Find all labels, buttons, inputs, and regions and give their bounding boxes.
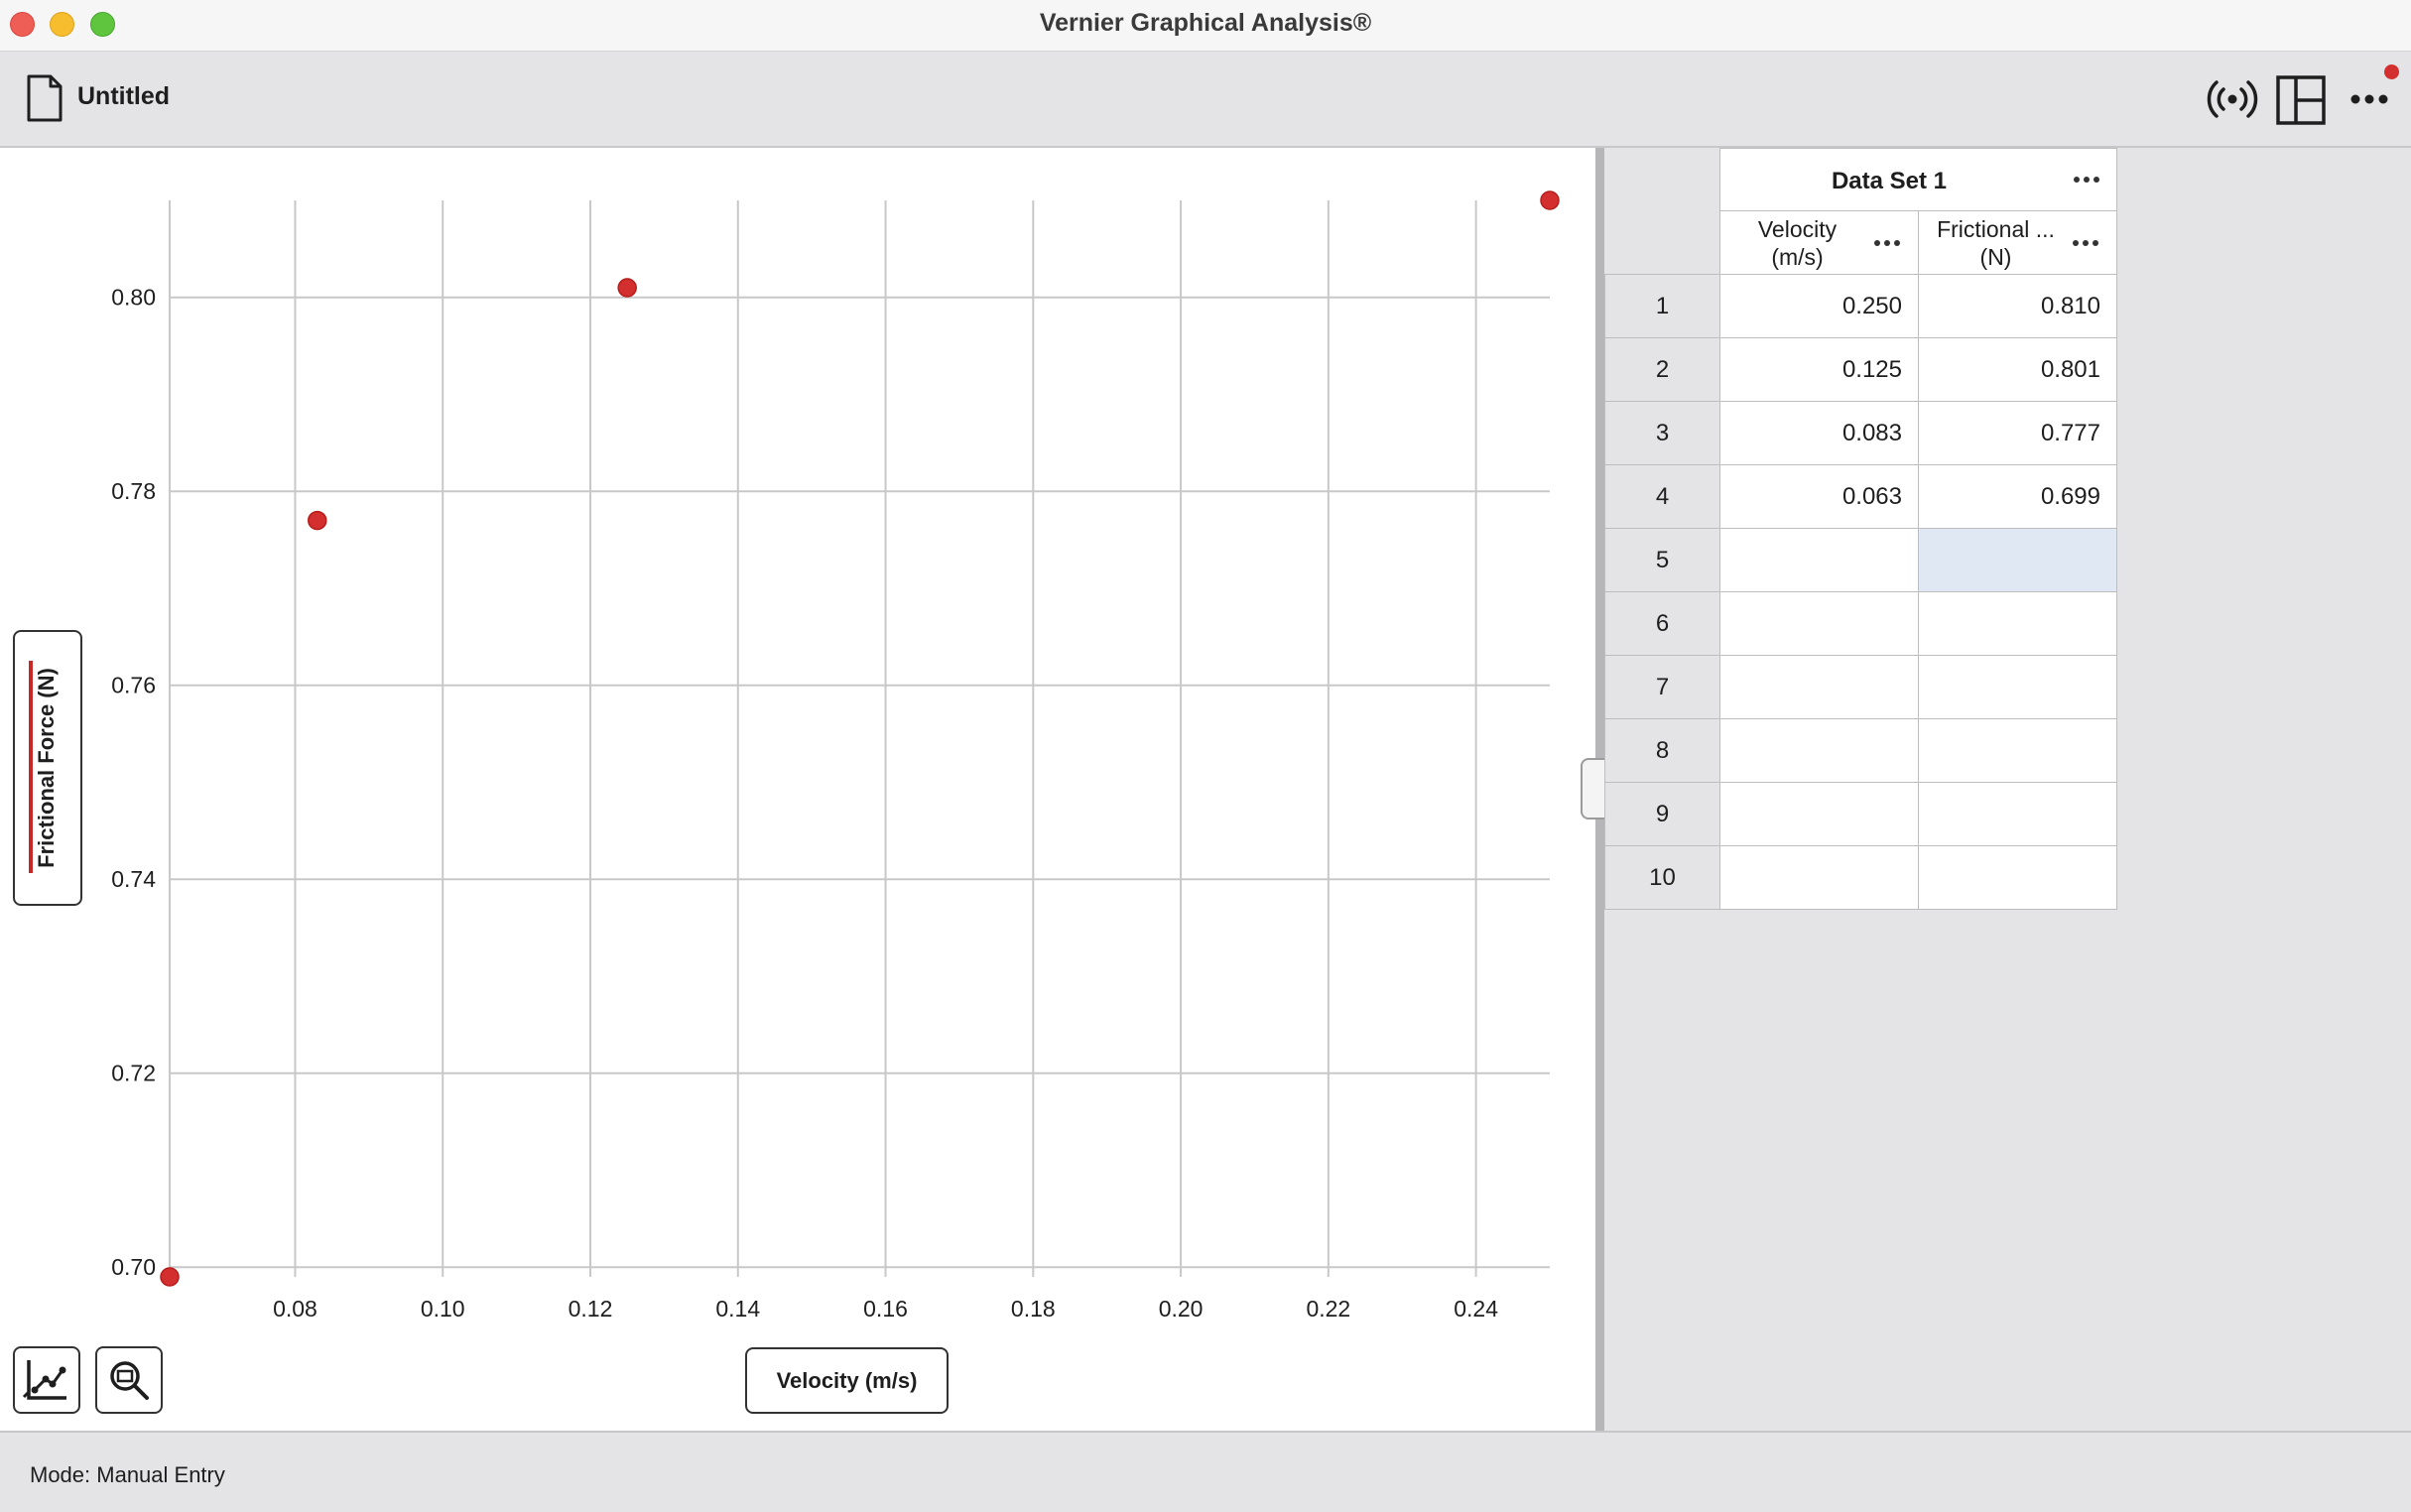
data-points <box>160 190 1560 1287</box>
document-title[interactable]: Untitled <box>77 82 170 111</box>
table-cell-velocity[interactable] <box>1720 783 1919 846</box>
data-point[interactable] <box>1540 190 1560 210</box>
data-point[interactable] <box>617 278 637 298</box>
table-cell-velocity[interactable]: 0.083 <box>1720 402 1919 465</box>
x-tick-label: 0.10 <box>421 1296 465 1322</box>
data-point[interactable] <box>160 1267 180 1287</box>
row-number: 6 <box>1604 592 1720 656</box>
row-number: 3 <box>1604 402 1720 465</box>
x-tick-labels: 0.08 0.10 0.12 0.14 0.16 0.18 0.20 0.22 0.24 <box>273 1296 1498 1322</box>
table-cell-frictional-force[interactable] <box>1919 656 2117 719</box>
row-number: 10 <box>1604 846 1720 910</box>
status-bar: Mode: Manual Entry <box>0 1431 2411 1512</box>
column-header-velocity[interactable]: Velocity (m/s) <box>1720 211 1919 275</box>
table-cell-frictional-force-selected[interactable] <box>1919 529 2117 592</box>
x-tick-label: 0.20 <box>1159 1296 1204 1322</box>
title-bar: Vernier Graphical Analysis® <box>0 0 2411 52</box>
table-cell-frictional-force[interactable]: 0.777 <box>1919 402 2117 465</box>
table-cell-velocity[interactable] <box>1720 592 1919 656</box>
table-cell-velocity[interactable] <box>1720 656 1919 719</box>
column-unit: (m/s) <box>1771 244 1824 270</box>
row-number: 4 <box>1604 465 1720 529</box>
column-options-icon[interactable] <box>1873 238 1901 248</box>
table-cell-velocity[interactable]: 0.250 <box>1720 275 1919 338</box>
dataset-options-icon[interactable] <box>2073 175 2100 185</box>
table-cell-frictional-force[interactable] <box>1919 846 2117 910</box>
x-tick-label: 0.18 <box>1011 1296 1056 1322</box>
zoom-button[interactable] <box>95 1346 163 1414</box>
x-tick-label: 0.14 <box>715 1296 760 1322</box>
graph-tools-button[interactable] <box>13 1346 80 1414</box>
y-tick-label: 0.80 <box>111 285 156 311</box>
row-number: 9 <box>1604 783 1720 846</box>
y-tick-label: 0.78 <box>111 478 156 504</box>
document-icon[interactable] <box>26 74 63 127</box>
series-color-indicator <box>29 661 33 873</box>
x-axis-selector-button[interactable]: Velocity (m/s) <box>745 1347 949 1414</box>
table-cell-frictional-force[interactable] <box>1919 592 2117 656</box>
dataset-title: Data Set 1 <box>1831 168 1948 194</box>
table-cell-velocity[interactable] <box>1720 719 1919 783</box>
toolbar: Untitled <box>0 52 2411 148</box>
column-options-icon[interactable] <box>2072 238 2099 248</box>
y-gridlines <box>170 296 1550 1269</box>
table-cell-frictional-force[interactable] <box>1919 719 2117 783</box>
row-number: 5 <box>1604 529 1720 592</box>
dataset-header[interactable]: Data Set 1 <box>1720 148 2117 211</box>
more-options-icon[interactable] <box>2349 92 2389 111</box>
table-cell-frictional-force[interactable]: 0.801 <box>1919 338 2117 402</box>
table-corner <box>1604 148 1720 275</box>
table-cell-frictional-force[interactable]: 0.810 <box>1919 275 2117 338</box>
y-tick-labels: 0.70 0.72 0.74 0.76 0.78 0.80 <box>111 285 156 1280</box>
table-cell-frictional-force[interactable] <box>1919 783 2117 846</box>
row-number: 7 <box>1604 656 1720 719</box>
window-title: Vernier Graphical Analysis® <box>1039 9 1372 37</box>
layout-icon[interactable] <box>2276 75 2326 130</box>
y-tick-label: 0.76 <box>111 673 156 698</box>
notification-badge <box>2384 64 2399 79</box>
table-cell-velocity[interactable] <box>1720 846 1919 910</box>
column-name: Velocity <box>1757 216 1838 242</box>
row-number: 1 <box>1604 275 1720 338</box>
row-number: 8 <box>1604 719 1720 783</box>
zoom-magnifier-icon <box>110 1361 149 1400</box>
x-tick-label: 0.12 <box>569 1296 613 1322</box>
y-axis-label: Frictional Force (N) <box>34 668 59 868</box>
y-tick-label: 0.74 <box>111 866 156 892</box>
row-number: 2 <box>1604 338 1720 402</box>
column-header-frictional-force[interactable]: Frictional ... (N) <box>1919 211 2117 275</box>
x-gridlines <box>169 200 1477 1277</box>
table-cell-velocity[interactable]: 0.063 <box>1720 465 1919 529</box>
y-tick-label: 0.72 <box>111 1061 156 1086</box>
mode-status: Mode: Manual Entry <box>30 1462 225 1487</box>
column-name: Frictional ... <box>1937 216 2055 242</box>
x-tick-label: 0.22 <box>1306 1296 1350 1322</box>
table-cell-frictional-force[interactable]: 0.699 <box>1919 465 2117 529</box>
sensor-connect-icon[interactable] <box>2207 77 2258 126</box>
y-tick-label: 0.70 <box>111 1254 156 1280</box>
table-cell-velocity[interactable] <box>1720 529 1919 592</box>
x-tick-label: 0.16 <box>863 1296 908 1322</box>
x-tick-label: 0.24 <box>1454 1296 1498 1322</box>
column-unit: (N) <box>1979 244 2012 270</box>
scatter-chart[interactable]: 0.08 0.10 0.12 0.14 0.16 0.18 0.20 0.22 0.24 0.7… <box>0 148 1595 1338</box>
data-point[interactable] <box>308 510 327 531</box>
x-tick-label: 0.08 <box>273 1296 317 1322</box>
graph-tools-icon <box>22 1360 66 1400</box>
table-cell-velocity[interactable]: 0.125 <box>1720 338 1919 402</box>
